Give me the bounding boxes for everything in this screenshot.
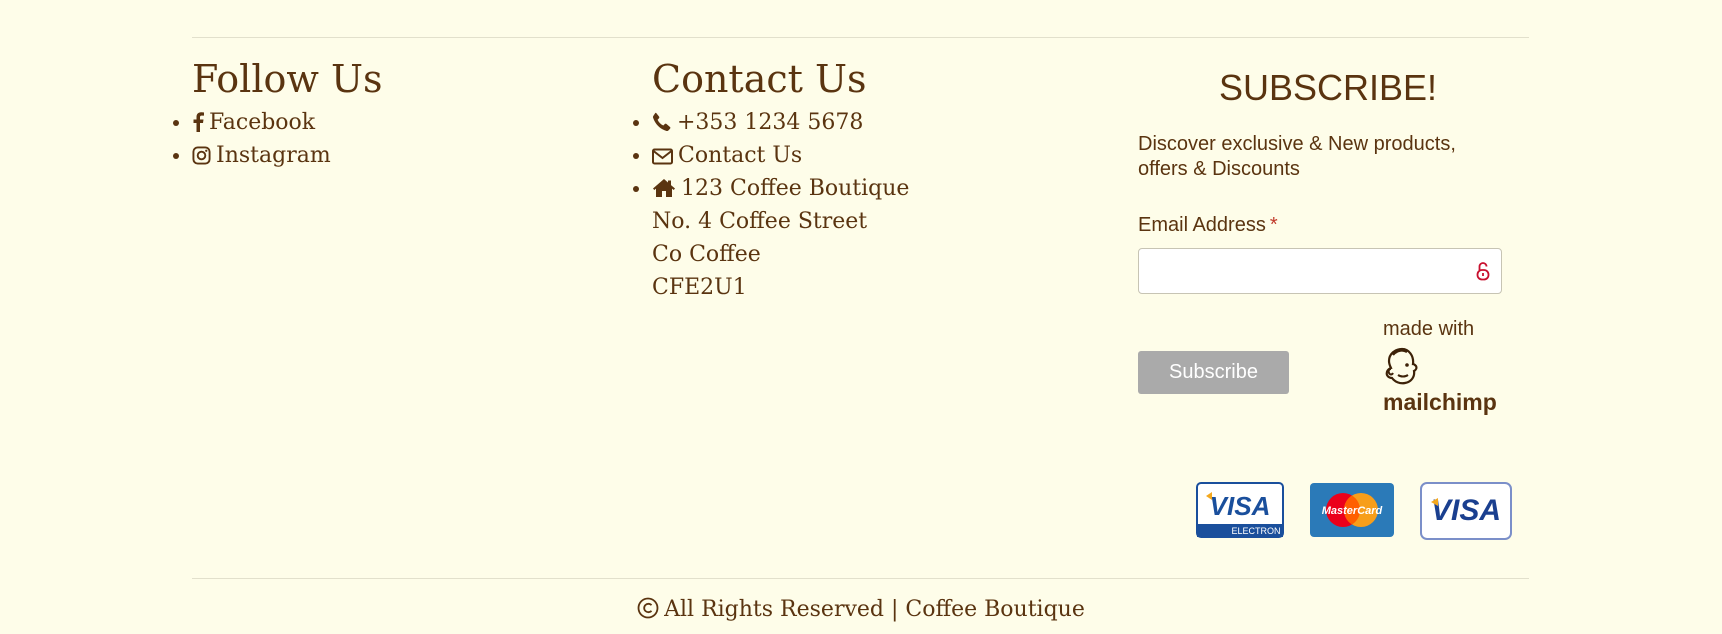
address-line-1: 123 Coffee Boutique	[681, 176, 910, 201]
bottom-divider	[192, 578, 1529, 579]
subscribe-heading: SUBSCRIBE!	[1218, 67, 1438, 108]
facebook-label: Facebook	[209, 110, 316, 135]
svg-text:VISA: VISA	[1210, 491, 1271, 521]
copyright-footer: All Rights Reserved | Coffee Boutique	[0, 597, 1722, 622]
contact-list: +353 1234 5678 Contact Us 123 Coffee Bou…	[633, 106, 1072, 304]
follow-us-section: Follow Us Facebook Instagram	[173, 52, 612, 172]
instagram-label: Instagram	[216, 143, 331, 168]
visa-electron-card: VISA ELECTRON	[1196, 482, 1284, 538]
envelope-icon	[652, 148, 673, 165]
address-line-4: CFE2U1	[652, 275, 747, 300]
copyright-icon	[637, 597, 659, 619]
copyright-text: All Rights Reserved | Coffee Boutique	[664, 597, 1085, 622]
visa-card: VISA	[1420, 482, 1512, 540]
social-links-list: Facebook Instagram	[173, 106, 612, 172]
email-label-text: Email Address	[1138, 214, 1266, 236]
phone-item[interactable]: +353 1234 5678	[633, 106, 1072, 139]
instagram-link[interactable]: Instagram	[173, 139, 612, 172]
instagram-icon	[192, 146, 211, 165]
svg-text:VISA: VISA	[1431, 494, 1501, 527]
mailchimp-brand[interactable]: mailchimp	[1383, 389, 1497, 416]
address-line-2: No. 4 Coffee Street	[652, 209, 868, 234]
top-divider	[192, 37, 1529, 38]
contact-us-heading: Contact Us	[652, 57, 867, 101]
contact-us-section: Contact Us +353 1234 5678 Contact Us 123…	[633, 52, 1072, 304]
follow-us-heading: Follow Us	[192, 57, 383, 101]
subscribe-button[interactable]: Subscribe	[1138, 351, 1289, 394]
mailchimp-freddie-icon[interactable]	[1382, 345, 1422, 387]
mastercard-card: MasterCard	[1310, 483, 1394, 537]
svg-text:MasterCard: MasterCard	[1322, 505, 1383, 517]
email-input[interactable]	[1138, 248, 1502, 294]
contact-us-link-label: Contact Us	[678, 143, 803, 168]
phone-number: +353 1234 5678	[677, 110, 864, 135]
made-with-text: made with	[1383, 318, 1475, 340]
subscribe-section: SUBSCRIBE! Discover exclusive & New prod…	[1138, 52, 1530, 415]
subscribe-description: Discover exclusive & New products, offer…	[1138, 133, 1456, 180]
phone-icon	[652, 112, 671, 132]
address-line-3: Co Coffee	[652, 242, 761, 267]
lock-icon[interactable]	[1476, 261, 1490, 281]
facebook-link[interactable]: Facebook	[173, 106, 612, 139]
address-item: 123 Coffee Boutique	[633, 172, 1072, 205]
facebook-icon	[193, 112, 204, 132]
email-contact-link[interactable]: Contact Us	[633, 139, 1072, 172]
email-label: Email Address *	[1138, 214, 1278, 237]
required-asterisk: *	[1269, 214, 1278, 236]
svg-text:ELECTRON: ELECTRON	[1231, 526, 1280, 536]
home-icon	[653, 179, 675, 197]
